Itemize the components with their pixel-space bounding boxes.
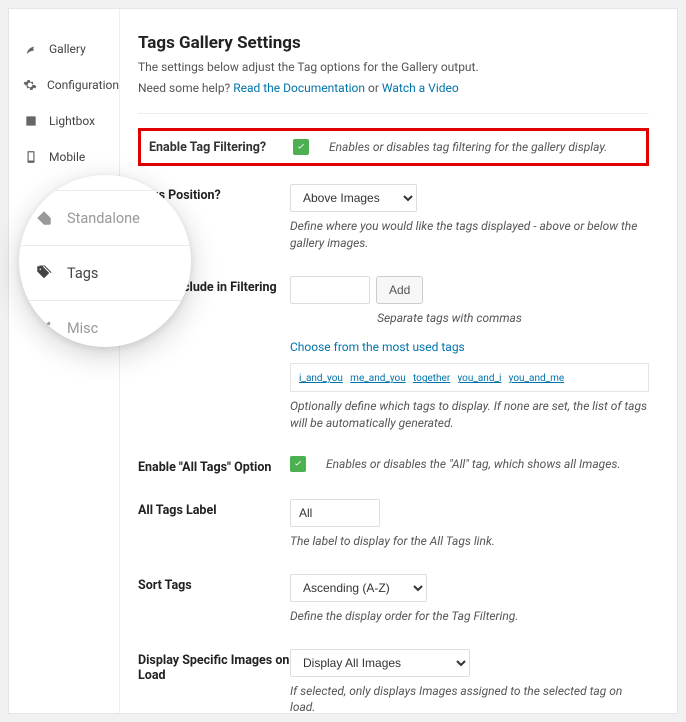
- tags-position-select[interactable]: Above Images: [290, 184, 417, 212]
- most-used-tags-link[interactable]: Choose from the most used tags: [290, 340, 465, 354]
- include-separate-desc: Separate tags with commas: [250, 310, 649, 327]
- image-icon: [23, 113, 39, 129]
- all-tags-label-row: All Tags Label The label to display for …: [138, 499, 649, 550]
- settings-content: Tags Gallery Settings The settings below…: [120, 9, 677, 713]
- all-tags-label-label: All Tags Label: [138, 499, 290, 518]
- all-tags-label-desc: The label to display for the All Tags li…: [290, 533, 649, 550]
- gear-icon: [23, 77, 37, 93]
- enable-tag-filtering-desc: Enables or disables tag filtering for th…: [329, 140, 607, 154]
- tag-link[interactable]: together: [413, 373, 450, 384]
- add-button[interactable]: Add: [376, 276, 423, 304]
- tag-link[interactable]: you_and_me: [509, 373, 565, 384]
- tag-link[interactable]: me_and_you: [350, 373, 406, 384]
- page-subtitle: The settings below adjust the Tag option…: [138, 58, 649, 76]
- zoom-item-tags[interactable]: Tags: [19, 246, 191, 301]
- sort-tags-desc: Define the display order for the Tag Fil…: [290, 608, 649, 625]
- zoom-lens: Standalone Tags Misc: [19, 175, 191, 347]
- zoom-item-label: Standalone: [67, 210, 140, 227]
- sort-tags-row: Sort Tags Ascending (A-Z) Define the dis…: [138, 574, 649, 625]
- page-title: Tags Gallery Settings: [138, 33, 649, 53]
- display-on-load-row: Display Specific Images on Load Display …: [138, 649, 649, 713]
- enable-all-tags-checkbox[interactable]: [290, 456, 306, 472]
- settings-sidebar: Gallery Configuration Lightbox Mobile: [9, 9, 120, 713]
- tag-icon: [33, 207, 55, 229]
- tag-link[interactable]: i_and_you: [299, 373, 343, 384]
- video-link[interactable]: Watch a Video: [382, 81, 459, 95]
- sidebar-item-mobile[interactable]: Mobile: [9, 139, 119, 175]
- sort-tags-label: Sort Tags: [138, 574, 290, 593]
- enable-all-tags-row: Enable "All Tags" Option Enables or disa…: [138, 456, 649, 475]
- sidebar-item-label: Lightbox: [49, 114, 95, 128]
- tag-cloud: i_and_you me_and_you together you_and_i …: [290, 363, 649, 392]
- sidebar-item-lightbox[interactable]: Lightbox: [9, 103, 119, 139]
- enable-tag-filtering-checkbox[interactable]: [293, 139, 309, 155]
- sidebar-item-configuration[interactable]: Configuration: [9, 67, 119, 103]
- sort-tags-select[interactable]: Ascending (A-Z): [290, 574, 427, 602]
- zoom-item-label: Tags: [67, 265, 98, 282]
- sidebar-item-label: Gallery: [49, 42, 86, 56]
- display-on-load-label: Display Specific Images on Load: [138, 649, 290, 683]
- include-filtering-desc: Optionally define which tags to display.…: [290, 398, 649, 432]
- tag-link[interactable]: you_and_i: [457, 373, 501, 384]
- divider: [138, 113, 649, 114]
- all-tags-label-input[interactable]: [290, 499, 380, 527]
- display-on-load-select[interactable]: Display All Images: [290, 649, 470, 677]
- page-help: Need some help? Read the Documentation o…: [138, 79, 649, 97]
- include-filtering-input[interactable]: [290, 276, 370, 304]
- enable-all-tags-desc: Enables or disables the "All" tag, which…: [326, 457, 620, 471]
- sidebar-item-label: Configuration: [47, 78, 119, 92]
- enable-all-tags-label: Enable "All Tags" Option: [138, 456, 290, 475]
- sidebar-item-label: Mobile: [49, 150, 85, 164]
- enable-tag-filtering-label: Enable Tag Filtering?: [145, 140, 293, 155]
- mobile-icon: [23, 149, 39, 165]
- tags-position-row: Tags Position? Above Images Define where…: [138, 184, 649, 252]
- tags-position-desc: Define where you would like the tags dis…: [290, 218, 649, 252]
- include-filtering-row: nclude in Filtering Add Separate tags wi…: [138, 276, 649, 432]
- enable-tag-filtering-row: Enable Tag Filtering? Enables or disable…: [138, 128, 649, 166]
- leaf-icon: [23, 41, 39, 57]
- display-on-load-desc: If selected, only displays Images assign…: [290, 683, 649, 713]
- doc-link[interactable]: Read the Documentation: [233, 81, 365, 95]
- tags-icon: [33, 262, 55, 284]
- sidebar-item-gallery[interactable]: Gallery: [9, 31, 119, 67]
- zoom-item-label: Misc: [67, 320, 98, 337]
